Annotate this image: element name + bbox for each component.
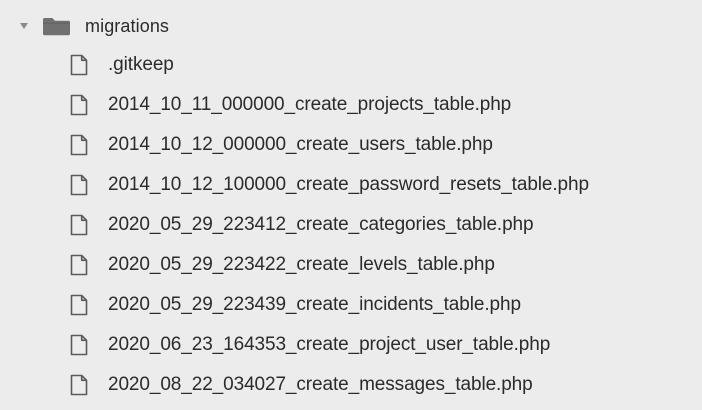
file-icon [69,254,89,276]
file-label: 2020_05_29_223422_create_levels_table.ph… [108,254,495,275]
folder-label: migrations [85,15,170,36]
file-list: .gitkeep 2014_10_11_000000_create_project… [0,45,702,405]
file-icon [69,214,89,236]
file-icon [69,294,89,316]
file-label: 2014_10_12_100000_create_password_resets… [108,174,589,195]
file-row[interactable]: 2020_05_29_223439_create_incidents_table… [0,285,702,325]
file-label: 2020_06_23_164353_create_project_user_ta… [108,334,551,355]
file-label: 2014_10_11_000000_create_projects_table.… [108,94,512,115]
folder-icon [42,15,71,37]
file-row[interactable]: 2020_05_29_223412_create_categories_tabl… [0,205,702,245]
triangle-down-icon[interactable] [14,16,34,36]
file-icon [69,54,89,76]
file-row[interactable]: .gitkeep [0,45,702,85]
file-label: 2020_05_29_223439_create_incidents_table… [108,294,521,315]
file-row[interactable]: 2014_10_11_000000_create_projects_table.… [0,85,702,125]
file-label: 2020_05_29_223412_create_categories_tabl… [108,214,534,235]
file-label: 2020_08_22_034027_create_messages_table.… [108,374,533,395]
file-row[interactable]: 2014_10_12_000000_create_users_table.php [0,125,702,165]
file-icon [69,94,89,116]
file-tree: migrations .gitkeep 2014_10_11_000000_cre… [0,0,702,410]
file-icon [69,134,89,156]
file-icon [69,374,89,396]
file-row[interactable]: 2020_08_22_034027_create_messages_table.… [0,365,702,405]
file-row[interactable]: 2020_05_29_223422_create_levels_table.ph… [0,245,702,285]
file-icon [69,174,89,196]
file-row[interactable]: 2014_10_12_100000_create_password_resets… [0,165,702,205]
file-label: .gitkeep [108,54,174,75]
file-icon [69,334,89,356]
file-label: 2014_10_12_000000_create_users_table.php [108,134,493,155]
folder-row-migrations[interactable]: migrations [0,7,702,45]
file-row[interactable]: 2020_06_23_164353_create_project_user_ta… [0,325,702,365]
